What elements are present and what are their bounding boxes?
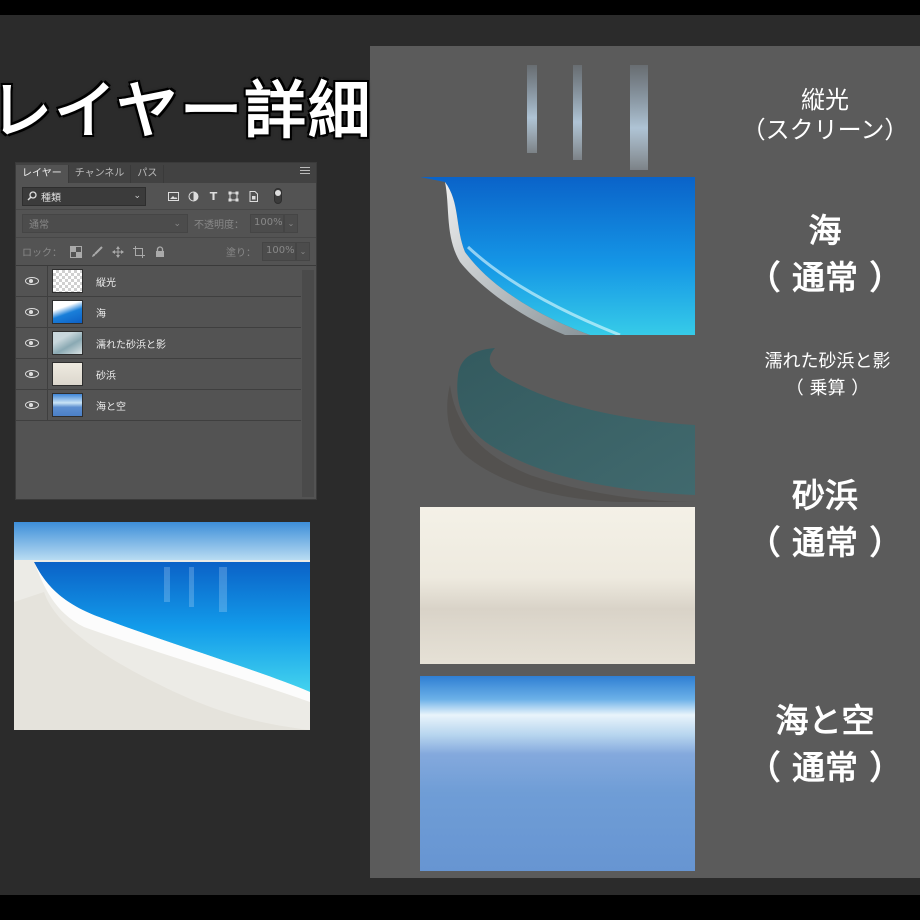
caption-blend-mode: （ 通常 ） — [747, 258, 903, 298]
caption-layer-name: 海と空 — [775, 701, 875, 740]
sand-layer-image — [420, 507, 695, 664]
blend-mode-select[interactable]: 通常 ⌄ — [22, 214, 188, 233]
fill-label: 塗り： — [226, 248, 256, 259]
layer-row-sand[interactable]: 砂浜 — [16, 359, 301, 390]
panel-menu-icon[interactable] — [300, 167, 310, 177]
shape-filter-icon[interactable] — [228, 191, 239, 202]
caption-layer-name: 海 — [808, 211, 842, 250]
lock-label: ロック： — [22, 248, 62, 259]
layer-name: 濡れた砂浜と影 — [96, 339, 166, 351]
caption-layer-name: 縦光 — [801, 86, 849, 114]
visibility-toggle[interactable] — [16, 328, 48, 358]
chevron-down-icon: ⌄ — [173, 218, 181, 229]
panel-tabs: レイヤー チャンネル パス — [16, 163, 316, 183]
caption-vertical-light: 縦光 （スクリーン） — [720, 85, 920, 145]
caption-layer-name: 砂浜 — [792, 476, 858, 515]
layer-thumbnail — [52, 300, 83, 324]
lock-artboard-icon[interactable] — [133, 245, 145, 258]
caption-layer-name: 濡れた砂浜と影 — [764, 351, 891, 372]
layer-row-vertical-light[interactable]: 縦光 — [16, 266, 301, 297]
caption-blend-mode: （ 通常 ） — [747, 523, 903, 563]
composite-preview-image — [14, 522, 310, 730]
layer-row-sea[interactable]: 海 — [16, 297, 301, 328]
lock-image-pixels-icon[interactable] — [91, 245, 103, 258]
visibility-toggle[interactable] — [16, 390, 48, 420]
vertical-light-layer-image — [515, 65, 685, 170]
eye-icon — [24, 277, 39, 285]
opacity-field[interactable]: 100% — [250, 214, 284, 233]
eye-icon — [24, 370, 39, 378]
wet-sand-shadow-layer-image — [420, 345, 695, 502]
layer-thumbnail — [52, 331, 83, 355]
image-filter-icon[interactable] — [168, 191, 179, 202]
layer-name: 海 — [96, 308, 106, 320]
blend-row: 通常 ⌄ 不透明度： 100% ⌄ — [16, 210, 316, 238]
chevron-down-icon: ⌄ — [133, 191, 141, 201]
visibility-toggle[interactable] — [16, 297, 48, 327]
layer-row-wet-sand-shadow[interactable]: 濡れた砂浜と影 — [16, 328, 301, 359]
page-title: レイヤー詳細 — [0, 74, 373, 147]
opacity-dropdown-icon[interactable]: ⌄ — [284, 214, 298, 233]
tab-channels[interactable]: チャンネル — [69, 165, 132, 183]
layer-name: 縦光 — [96, 277, 116, 289]
layer-name: 砂浜 — [96, 370, 116, 382]
eye-icon — [24, 339, 39, 347]
type-filter-icon[interactable]: T — [208, 191, 219, 202]
lock-all-icon[interactable] — [154, 245, 166, 258]
lock-row: ロック： 塗り： 100% ⌄ — [16, 238, 316, 266]
layer-list: 縦光 海 濡れた砂浜と影 砂浜 海と空 — [16, 266, 316, 421]
fill-dropdown-icon[interactable]: ⌄ — [296, 242, 310, 261]
filter-kind-select[interactable]: 種類 ⌄ — [22, 186, 146, 206]
layer-thumbnail — [52, 362, 83, 386]
caption-blend-mode: （スクリーン） — [741, 116, 909, 144]
layers-panel: レイヤー チャンネル パス 種類 ⌄ T 通常 ⌄ 不透明度： 100% ⌄ ロ… — [15, 162, 317, 500]
eye-icon — [24, 308, 39, 316]
filter-kind-label: 種類 — [41, 192, 61, 204]
visibility-toggle[interactable] — [16, 359, 48, 389]
sea-layer-image — [420, 177, 695, 335]
tab-paths[interactable]: パス — [131, 165, 165, 183]
caption-sea-sky: 海と空 （ 通常 ） — [745, 700, 905, 789]
filter-row: 種類 ⌄ T — [16, 183, 316, 210]
tab-layers[interactable]: レイヤー — [16, 165, 69, 183]
caption-blend-mode: （ 通常 ） — [747, 748, 903, 788]
caption-blend-mode: （ 乗算 ） — [785, 378, 870, 399]
layer-name: 海と空 — [96, 401, 126, 413]
blend-mode-value: 通常 — [29, 220, 49, 231]
lock-transparent-pixels-icon[interactable] — [70, 245, 82, 258]
search-icon — [27, 191, 37, 201]
layer-row-sea-and-sky[interactable]: 海と空 — [16, 390, 301, 421]
adjustment-filter-icon[interactable] — [188, 191, 199, 202]
layer-thumbnail — [52, 393, 83, 417]
lock-icons — [70, 245, 166, 258]
fill-group: 塗り： 100% ⌄ — [226, 242, 310, 261]
filter-icons: T — [168, 188, 282, 204]
visibility-toggle[interactable] — [16, 266, 48, 296]
opacity-label: 不透明度： — [194, 220, 244, 231]
layer-list-scrollbar[interactable] — [302, 270, 314, 497]
caption-wet-sand: 濡れた砂浜と影 （ 乗算 ） — [740, 348, 915, 402]
caption-sea: 海 （ 通常 ） — [745, 210, 905, 299]
caption-sand: 砂浜 （ 通常 ） — [745, 475, 905, 564]
layer-thumbnail — [52, 269, 83, 293]
filter-toggle[interactable] — [274, 188, 282, 204]
lock-position-icon[interactable] — [112, 245, 124, 258]
sea-sky-layer-image — [420, 676, 695, 871]
eye-icon — [24, 401, 39, 409]
fill-field[interactable]: 100% — [262, 242, 296, 261]
smart-object-filter-icon[interactable] — [248, 190, 259, 202]
